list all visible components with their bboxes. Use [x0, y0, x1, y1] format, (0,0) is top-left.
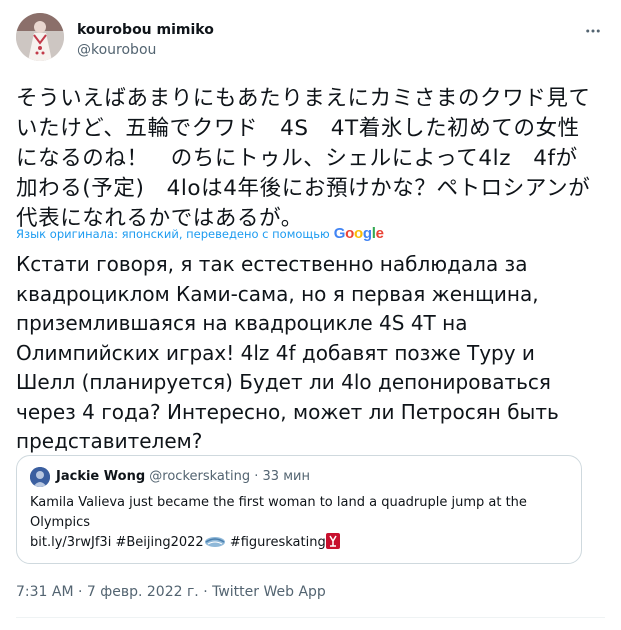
quoted-avatar-image	[30, 467, 50, 487]
tweet-original-text: そういえばあまりにもあたりまえにカミさまのクワド見ていたけど、五輪でクワド 4S…	[16, 86, 591, 231]
google-logo: Google	[333, 225, 384, 242]
quoted-author-avatar	[30, 467, 50, 487]
tweet-translated-text: Кстати говоря, я так естественно наблюда…	[16, 252, 559, 453]
more-options-button[interactable]	[581, 19, 605, 43]
quoted-tweet-card[interactable]: Jackie Wong @rockerskating · 33 мин Kami…	[16, 455, 582, 564]
quoted-tweet-body: Kamila Valieva just became the first wom…	[30, 495, 527, 530]
beijing-2022-emoji-icon	[204, 537, 225, 547]
figure-skating-emoji-icon	[325, 533, 340, 549]
author-avatar[interactable]	[16, 13, 64, 61]
quoted-tweet-header: Jackie Wong @rockerskating · 33 мин	[56, 468, 310, 486]
quoted-author-handle[interactable]: @rockerskating	[149, 469, 250, 484]
author-handle[interactable]: @kourobou	[77, 41, 156, 59]
more-horizontal-icon	[586, 29, 600, 33]
tweet-timestamp[interactable]: 7:31 AM · 7 февр. 2022 г. · Twitter Web …	[16, 583, 326, 601]
translation-note[interactable]: Язык оригинала: японский, переведено с п…	[16, 226, 384, 242]
translation-note-label: Язык оригинала: японский, переведено с п…	[16, 227, 330, 241]
quoted-time[interactable]: 33 мин	[263, 469, 310, 484]
avatar-image	[16, 13, 64, 61]
quoted-tweet-link[interactable]: bit.ly/3rwJf3i	[30, 535, 111, 550]
quoted-tweet-text: Kamila Valieva just became the first wom…	[30, 493, 570, 553]
quoted-separator: ·	[254, 469, 259, 484]
divider	[16, 617, 605, 618]
author-display-name[interactable]: kourobou mimiko	[77, 21, 214, 39]
hashtag-figureskating[interactable]: #figureskating	[230, 535, 326, 550]
tweet-card: kourobou mimiko @kourobou そういえばあまりにもあたりま…	[0, 0, 621, 630]
hashtag-beijing2022[interactable]: #Beijing2022	[115, 535, 203, 550]
quoted-author-name[interactable]: Jackie Wong	[56, 469, 145, 484]
